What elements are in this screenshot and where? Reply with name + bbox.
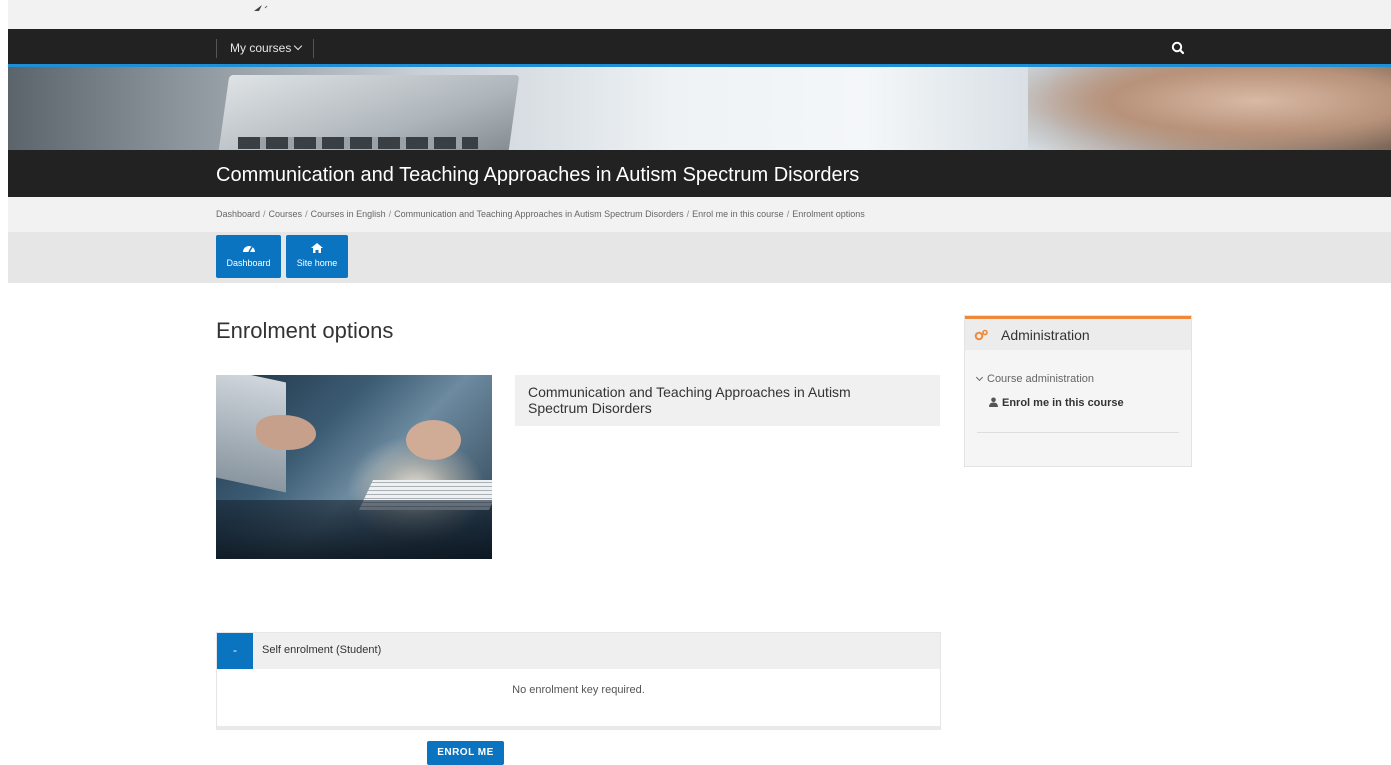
administration-block: Administration Course administration Enr… (964, 315, 1192, 467)
page-heading: Enrolment options (216, 318, 394, 343)
enrolment-key-note: No enrolment key required. (512, 684, 645, 696)
self-enrolment-panel: - Self enrolment (Student) No enrolment … (216, 632, 941, 730)
breadcrumb-bar: Dashboard / Courses / Courses in English / Com… (8, 197, 1391, 232)
nav-divider (313, 39, 314, 58)
breadcrumb-courses-in-english[interactable]: Courses in English (311, 209, 386, 219)
breadcrumb-course[interactable]: Communication and Teaching Approaches in… (394, 209, 683, 219)
hero-keyboard (238, 137, 478, 149)
enrol-me-link[interactable]: Enrol me in this course (989, 397, 1124, 409)
breadcrumb-courses[interactable]: Courses (269, 209, 303, 219)
breadcrumb-separator: / (686, 209, 690, 219)
user-icon (989, 397, 998, 407)
collapse-toggle-button[interactable]: - (217, 633, 253, 669)
administration-header: Administration (965, 316, 1191, 350)
self-enrolment-title: Self enrolment (Student) (262, 644, 382, 656)
breadcrumb-separator: / (786, 209, 790, 219)
logo-icon (254, 5, 268, 11)
self-enrolment-header: - Self enrolment (Student) (217, 633, 940, 669)
course-image-hand (406, 420, 461, 460)
divider (977, 432, 1179, 433)
enrol-me-button[interactable]: ENROL ME (427, 741, 504, 765)
breadcrumb-separator: / (305, 209, 308, 219)
breadcrumb-current: Enrolment options (792, 209, 865, 219)
course-administration-node[interactable]: Course administration (975, 373, 1094, 385)
dashboard-button-label: Dashboard (226, 258, 271, 268)
chevron-down-icon (294, 41, 303, 51)
panel-footer (217, 726, 940, 730)
course-image (216, 375, 492, 559)
breadcrumb-separator: / (263, 209, 266, 219)
course-image-reflection (216, 500, 492, 559)
course-administration-label: Course administration (987, 373, 1094, 385)
breadcrumb-enrol[interactable]: Enrol me in this course (692, 209, 784, 219)
top-strip (8, 0, 1391, 29)
hero-hand (1028, 67, 1391, 150)
dashboard-icon (242, 246, 255, 253)
course-name-link[interactable]: Communication and Teaching Approaches in… (528, 384, 908, 416)
course-title: Communication and Teaching Approaches in… (216, 164, 860, 186)
quick-links-bar: Dashboard Site home (8, 232, 1391, 283)
my-courses-menu[interactable]: My courses (230, 39, 303, 58)
gears-icon (974, 329, 988, 341)
home-icon (311, 243, 323, 253)
my-courses-label: My courses (230, 41, 292, 55)
main-navbar: My courses (8, 29, 1391, 67)
breadcrumb: Dashboard / Courses / Courses in English / Com… (216, 209, 865, 219)
course-info-box: Communication and Teaching Approaches in… (515, 375, 940, 426)
chevron-down-icon (975, 373, 984, 382)
administration-title: Administration (1001, 327, 1090, 343)
dashboard-button[interactable]: Dashboard (216, 235, 281, 278)
search-icon[interactable] (1167, 38, 1189, 58)
nav-divider (216, 39, 217, 58)
course-title-bar: Communication and Teaching Approaches in… (8, 150, 1391, 197)
enrol-me-label: Enrol me in this course (1002, 397, 1124, 409)
page: My courses Communication and Teaching Ap… (0, 0, 1391, 765)
breadcrumb-dashboard[interactable]: Dashboard (216, 209, 260, 219)
course-header-image (8, 67, 1391, 150)
site-home-button-label: Site home (296, 258, 338, 268)
course-image-hand (256, 415, 316, 450)
breadcrumb-separator: / (388, 209, 392, 219)
site-home-button[interactable]: Site home (286, 235, 348, 278)
